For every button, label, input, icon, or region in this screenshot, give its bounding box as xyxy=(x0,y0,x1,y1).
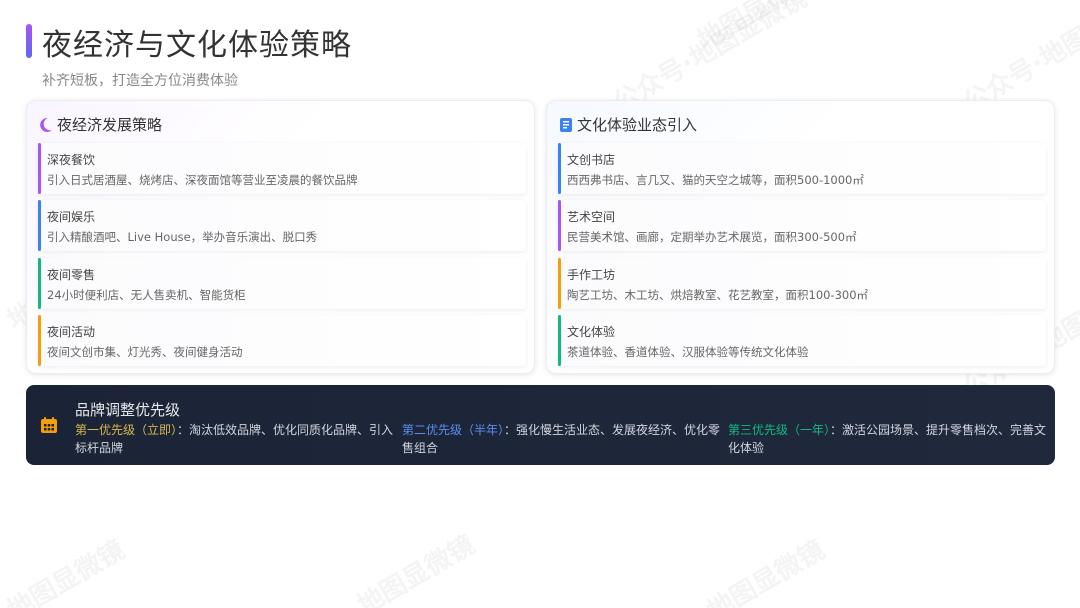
item-name: 艺术空间 xyxy=(567,210,616,224)
priority-label: 第一优先级（立即） xyxy=(75,423,178,437)
watermark: 地图显微镜 xyxy=(2,535,131,608)
priority-item: 第一优先级（立即）：淘汰低效品牌、优化同质化品牌、引入标杆品牌 xyxy=(75,421,399,457)
item-name: 夜间活动 xyxy=(47,325,96,339)
list-item: 手作工坊 陶艺工坊、木工坊、烘焙教室、花艺教室，面积100-300㎡ xyxy=(558,258,1046,309)
panel-header: 夜经济发展策略 xyxy=(39,114,162,135)
priority-label: 第二优先级（半年） xyxy=(402,423,505,437)
list-item: 文化体验 茶道体验、香道体验、汉服体验等传统文化体验 xyxy=(558,315,1046,366)
watermark: 地图显微镜 xyxy=(702,535,831,608)
list-item: 深夜餐饮 引入日式居酒屋、烧烤店、深夜面馆等营业至凌晨的餐饮品牌 xyxy=(38,143,526,194)
item-name: 手作工坊 xyxy=(567,268,616,282)
item-name: 文创书店 xyxy=(567,153,616,167)
priority-banner: 品牌调整优先级 第一优先级（立即）：淘汰低效品牌、优化同质化品牌、引入标杆品牌 … xyxy=(26,385,1055,465)
item-desc: 24小时便利店、无人售卖机、智能货柜 xyxy=(47,288,246,302)
item-desc: 引入日式居酒屋、烧烤店、深夜面馆等营业至凌晨的餐饮品牌 xyxy=(47,173,358,187)
item-name: 夜间娱乐 xyxy=(47,210,96,224)
item-desc: 陶艺工坊、木工坊、烘焙教室、花艺教室，面积100-300㎡ xyxy=(567,288,869,302)
priority-label: 第三优先级（一年） xyxy=(728,423,831,437)
item-color-bar xyxy=(558,315,561,366)
item-name: 文化体验 xyxy=(567,325,616,339)
item-color-bar xyxy=(558,200,561,251)
priority-sep: ： xyxy=(177,423,190,437)
item-color-bar xyxy=(558,258,561,309)
panel-header: 文化体验业态引入 xyxy=(559,114,697,135)
priority-sep: ： xyxy=(504,423,517,437)
list-item: 艺术空间 民营美术馆、画廊，定期举办艺术展览，面积300-500㎡ xyxy=(558,200,1046,251)
calendar-icon xyxy=(40,416,58,434)
watermark: 地图显微镜 xyxy=(352,530,481,608)
priority-item: 第二优先级（半年）：强化慢生活业态、发展夜经济、优化零售组合 xyxy=(402,421,726,457)
title-accent-bar xyxy=(26,24,32,58)
item-desc: 西西弗书店、言几又、猫的天空之城等，面积500-1000㎡ xyxy=(567,173,864,187)
page-subtitle: 补齐短板，打造全方位消费体验 xyxy=(42,73,238,89)
page-title: 夜经济与文化体验策略 xyxy=(42,28,352,63)
banner-title: 品牌调整优先级 xyxy=(75,401,181,419)
item-desc: 民营美术馆、画廊，定期举办艺术展览，面积300-500㎡ xyxy=(567,230,857,244)
item-desc: 夜间文创市集、灯光秀、夜间健身活动 xyxy=(47,345,243,359)
item-color-bar xyxy=(558,143,561,194)
night-economy-panel: 夜经济发展策略 深夜餐饮 引入日式居酒屋、烧烤店、深夜面馆等营业至凌晨的餐饮品牌… xyxy=(26,100,535,374)
panel-title: 文化体验业态引入 xyxy=(577,116,698,134)
culture-experience-panel: 文化体验业态引入 文创书店 西西弗书店、言几又、猫的天空之城等，面积500-10… xyxy=(546,100,1055,374)
watermark: 地图显微镜 xyxy=(692,0,821,57)
book-icon xyxy=(559,117,573,133)
item-name: 夜间零售 xyxy=(47,268,96,282)
list-item: 夜间娱乐 引入精酿酒吧、Live House，举办音乐演出、脱口秀 xyxy=(38,200,526,251)
item-color-bar xyxy=(38,315,41,366)
item-name: 深夜餐饮 xyxy=(47,153,96,167)
item-color-bar xyxy=(38,200,41,251)
moon-icon xyxy=(39,117,53,133)
list-item: 夜间零售 24小时便利店、无人售卖机、智能货柜 xyxy=(38,258,526,309)
priority-item: 第三优先级（一年）：激活公园场景、提升零售档次、完善文化体验 xyxy=(728,421,1052,457)
priority-sep: ： xyxy=(830,423,843,437)
item-desc: 引入精酿酒吧、Live House，举办音乐演出、脱口秀 xyxy=(47,230,318,244)
item-color-bar xyxy=(38,143,41,194)
item-color-bar xyxy=(38,258,41,309)
item-desc: 茶道体验、香道体验、汉服体验等传统文化体验 xyxy=(567,345,809,359)
list-item: 文创书店 西西弗书店、言几又、猫的天空之城等，面积500-1000㎡ xyxy=(558,143,1046,194)
panel-title: 夜经济发展策略 xyxy=(57,116,163,134)
list-item: 夜间活动 夜间文创市集、灯光秀、夜间健身活动 xyxy=(38,315,526,366)
